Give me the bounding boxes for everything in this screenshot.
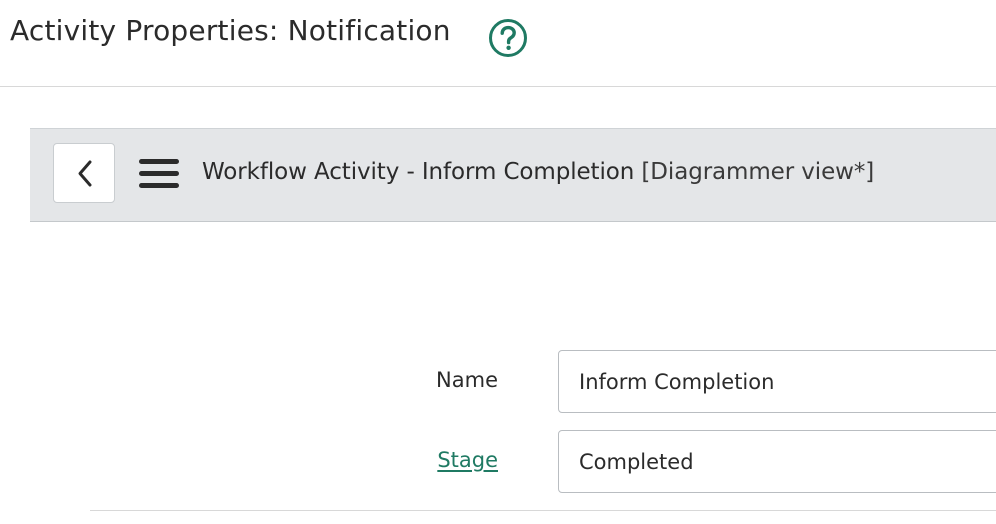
name-label: Name	[436, 368, 498, 392]
name-input[interactable]	[558, 350, 996, 413]
activity-properties-dialog: Activity Properties: Notification Workfl…	[0, 0, 996, 524]
question-circle-icon[interactable]	[488, 18, 528, 58]
stage-input[interactable]	[558, 430, 996, 493]
back-button[interactable]	[53, 143, 115, 203]
stage-label-link[interactable]: Stage	[437, 448, 498, 472]
form-view-label: [Diagrammer view*]	[641, 159, 875, 185]
form-header-bar: Workflow Activity - Inform Completion [D…	[30, 128, 996, 222]
dialog-header: Activity Properties: Notification	[0, 0, 996, 87]
form-title: Workflow Activity - Inform Completion [D…	[202, 159, 874, 185]
dialog-title: Activity Properties: Notification	[10, 14, 451, 47]
chevron-left-icon	[78, 160, 92, 187]
form-divider	[90, 510, 996, 511]
hamburger-menu-icon[interactable]	[139, 159, 179, 191]
form-record-title: Workflow Activity - Inform Completion	[202, 159, 635, 185]
